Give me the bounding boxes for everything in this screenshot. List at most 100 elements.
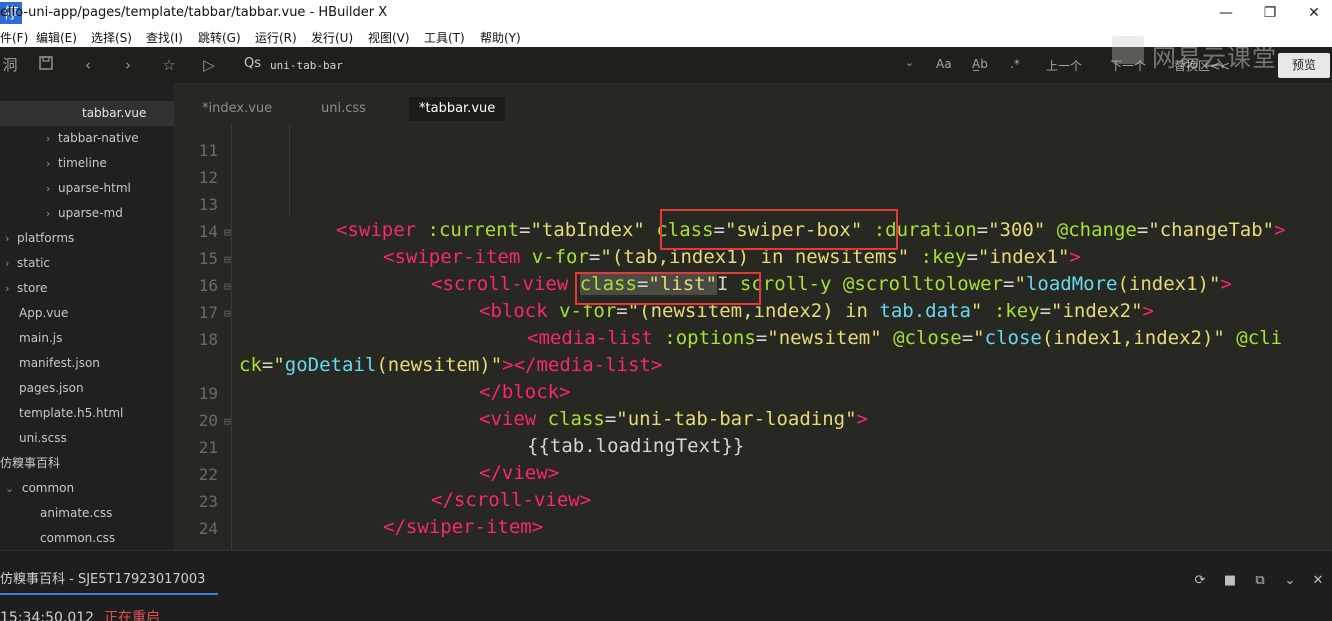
menu-help[interactable]: 帮助(Y): [480, 29, 521, 46]
code-token: =: [604, 408, 617, 430]
forward-arrow-icon[interactable]: ›: [118, 55, 138, 75]
code-token: =: [1039, 300, 1052, 322]
console-tab[interactable]: 仿糗事百科 - SJE5T17923017003: [0, 565, 218, 595]
code-line-22: </view>: [479, 462, 559, 484]
code-token: ": [1014, 273, 1026, 295]
match-case-toggle[interactable]: Aa: [936, 57, 952, 71]
folder-uparse-html[interactable]: › uparse-html: [46, 176, 131, 201]
code-line-18-wrap: ck="goDetail(newsitem)"></media-list>: [239, 354, 662, 376]
folder-timeline[interactable]: › timeline: [46, 151, 107, 176]
menu-find[interactable]: 查找(I): [146, 29, 183, 46]
code-token: =: [519, 219, 531, 241]
star-icon[interactable]: ☆: [159, 55, 179, 75]
chevron-right-icon: ›: [5, 282, 10, 295]
code-token: class: [536, 408, 605, 430]
menu-edit[interactable]: 编辑(E): [36, 29, 77, 46]
line-number: 17: [198, 303, 218, 322]
sidebar-item-label: uparse-html: [58, 181, 131, 195]
whole-word-toggle[interactable]: A̲b: [972, 57, 988, 71]
folder-static[interactable]: › static: [5, 251, 50, 276]
code-token: @cli: [1224, 327, 1283, 349]
code-line-19: </block>: [479, 381, 571, 403]
code-line-24: </swiper-item>: [383, 516, 543, 538]
file-tabbar-vue[interactable]: tabbar.vue: [0, 101, 174, 126]
tab-uni-css[interactable]: uni.css: [311, 97, 376, 121]
line-number: 11: [198, 141, 218, 160]
search-input[interactable]: [270, 55, 890, 75]
fold-toggle-icon[interactable]: ⊟: [224, 415, 231, 428]
fold-toggle-icon[interactable]: ⊟: [224, 280, 231, 293]
save-icon[interactable]: [36, 55, 56, 75]
code-editor[interactable]: 11 12 13 14 15 16 17 18 19 20 21 22 23 2…: [174, 125, 1332, 550]
regex-toggle[interactable]: .*: [1010, 57, 1020, 71]
code-token: v-for: [520, 246, 589, 268]
code-token: >: [1069, 246, 1081, 268]
console-status: 正在重启: [104, 610, 161, 621]
close-icon[interactable]: ✕: [1308, 571, 1328, 591]
code-token: :options: [652, 327, 756, 349]
code-token: </block>: [479, 381, 571, 403]
toolbar-left-label[interactable]: 洞: [0, 55, 20, 75]
code-token: :key: [909, 246, 967, 268]
code-token: loadMore: [1025, 273, 1118, 295]
file-common-css[interactable]: common.css: [40, 526, 115, 550]
menu-goto[interactable]: 跳转(G): [198, 29, 241, 46]
tab-index-vue[interactable]: *index.vue: [192, 97, 282, 121]
menu-select[interactable]: 选择(S): [91, 29, 132, 46]
file-manifest-json[interactable]: manifest.json: [19, 351, 100, 376]
annotation-box-list-class: [575, 272, 761, 305]
code-line-16: <scroll-view class="list"I scroll-y @scr…: [431, 273, 1232, 295]
code-token: <block: [479, 300, 548, 322]
file-uni-scss[interactable]: uni.scss: [19, 426, 67, 451]
chevron-down-icon[interactable]: ⌄: [905, 56, 914, 69]
code-token: (index1)": [1117, 273, 1221, 295]
chevron-down-icon[interactable]: ⌄: [1280, 571, 1300, 591]
chevron-down-icon: ⌄: [5, 482, 15, 495]
code-token: @change: [1045, 219, 1137, 241]
menu-publish[interactable]: 发行(U): [311, 29, 353, 46]
maximize-button[interactable]: ❐: [1250, 2, 1290, 24]
code-token: =: [976, 219, 989, 241]
code-line-23: </scroll-view>: [431, 489, 591, 511]
code-token: "changeTab": [1148, 219, 1275, 241]
fold-toggle-icon[interactable]: ⊟: [224, 226, 231, 239]
close-button[interactable]: ✕: [1294, 2, 1332, 24]
code-token: ": [970, 300, 983, 322]
menu-tools[interactable]: 工具(T): [424, 29, 465, 46]
restart-icon[interactable]: ⟳: [1190, 571, 1210, 591]
file-main-js[interactable]: main.js: [19, 326, 62, 351]
annotation-box-swiper-class: [660, 209, 898, 250]
find-prev-button[interactable]: 上一个: [1046, 57, 1082, 74]
code-token: </scroll-view>: [431, 489, 592, 511]
fold-toggle-icon[interactable]: ⊟: [224, 253, 231, 266]
file-app-vue[interactable]: App.vue: [19, 301, 68, 326]
minimize-button[interactable]: —: [1206, 2, 1246, 24]
code-token: =: [1003, 273, 1015, 295]
code-token: >: [856, 408, 868, 430]
folder-platforms[interactable]: › platforms: [5, 226, 74, 251]
open-external-icon[interactable]: ⧉: [1250, 571, 1270, 591]
tab-tabbar-vue[interactable]: *tabbar.vue: [409, 97, 506, 121]
line-number: 18: [198, 330, 218, 349]
stop-icon[interactable]: ■: [1220, 571, 1240, 591]
file-template-h5-html[interactable]: template.h5.html: [19, 401, 123, 426]
folder-uparse-md[interactable]: › uparse-md: [46, 201, 123, 226]
code-token: :current: [416, 219, 520, 241]
folder-tabbar-native[interactable]: › tabbar-native: [46, 126, 139, 151]
preview-button[interactable]: 预览: [1278, 53, 1330, 78]
folder-common[interactable]: ⌄ common: [5, 476, 74, 501]
fold-toggle-icon[interactable]: ⊟: [224, 307, 231, 320]
project-qiushi[interactable]: 仿糗事百科: [0, 451, 60, 476]
sidebar-item-label: static: [17, 256, 50, 270]
run-icon[interactable]: ▷: [199, 55, 219, 75]
menu-file[interactable]: 件(F): [0, 29, 28, 46]
menu-view[interactable]: 视图(V): [368, 29, 410, 46]
back-arrow-icon[interactable]: ‹: [78, 55, 98, 75]
chevron-right-icon: ›: [46, 207, 51, 220]
window-title: ello-uni-app/pages/template/tabbar/tabba…: [0, 5, 388, 20]
code-token: "index2": [1051, 300, 1143, 322]
menu-run[interactable]: 运行(R): [255, 29, 297, 46]
file-animate-css[interactable]: animate.css: [40, 501, 112, 526]
folder-store[interactable]: › store: [5, 276, 47, 301]
file-pages-json[interactable]: pages.json: [19, 376, 84, 401]
